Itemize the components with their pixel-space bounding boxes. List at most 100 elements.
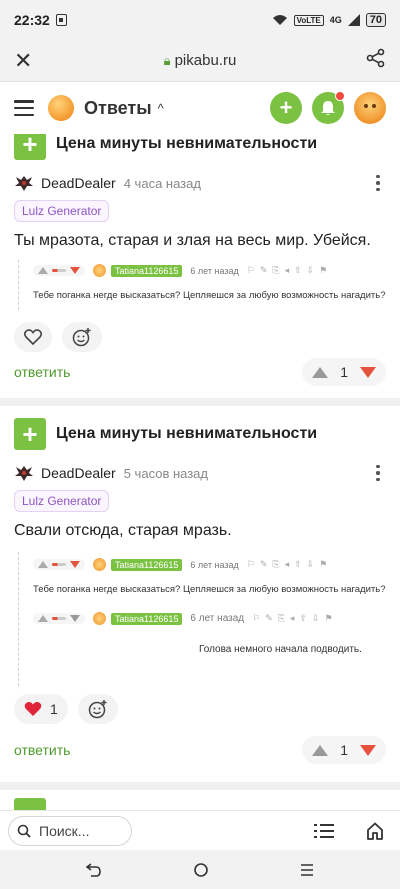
wifi-icon xyxy=(272,15,287,25)
network-type: 4G xyxy=(329,15,342,25)
header-actions: + xyxy=(270,91,386,124)
comment-card: + Цена минуты невнимательности DeadDeale… xyxy=(0,406,400,786)
page-title[interactable]: Ответы xyxy=(84,98,152,119)
browser-url-bar: ✕ 🔒︎ pikabu.ru xyxy=(0,40,400,82)
comment-vote: 1 xyxy=(302,358,386,386)
status-time: 22:32 xyxy=(14,12,50,28)
more-options-icon[interactable] xyxy=(370,174,386,192)
search-placeholder: Поиск... xyxy=(39,822,90,839)
add-reaction-button[interactable] xyxy=(77,694,118,724)
battery-level: 70 xyxy=(365,13,386,27)
quote-tool-icons: ⚐✎⎘◂⇧⇩⚑ xyxy=(246,559,333,569)
search-input[interactable]: Поиск... xyxy=(8,815,132,846)
divider xyxy=(0,782,400,790)
quote-tool-icons: ⚐✎⎘◂⇧⇩⚑ xyxy=(246,265,333,275)
quote-time: 6 лет назад xyxy=(190,613,245,624)
volte-badge: VoLTE xyxy=(293,14,324,26)
pikabu-logo[interactable] xyxy=(48,95,74,121)
quote-header: Tatiana1126615 6 лет назад ⚐✎⎘◂⇧⇩⚑ xyxy=(33,264,332,277)
comment-card: + Цена минуты невнимательности DeadDeale… xyxy=(0,134,400,404)
expand-post-icon[interactable]: + xyxy=(14,134,46,160)
recents-icon[interactable] xyxy=(300,863,314,877)
downvote-icon[interactable] xyxy=(360,744,376,756)
comment-vote: 1 xyxy=(302,736,386,764)
comment-time[interactable]: 4 часа назад xyxy=(124,176,201,191)
expand-post-icon[interactable]: + xyxy=(14,418,46,450)
url-text: pikabu.ru xyxy=(174,52,237,69)
next-post-plus-icon[interactable] xyxy=(14,798,46,810)
search-icon xyxy=(17,824,31,838)
quote-avatar xyxy=(93,264,106,277)
comment-actions: 1 xyxy=(14,694,118,724)
quote-rating xyxy=(33,613,85,624)
list-icon[interactable] xyxy=(314,823,334,838)
reply-link[interactable]: ответить xyxy=(14,364,70,380)
status-bar: 22:32 VoLTE 4G 70 xyxy=(0,0,400,40)
comment-text: Ты мразота, старая и злая на весь мир. У… xyxy=(14,232,371,249)
back-icon[interactable] xyxy=(85,862,102,877)
quote-avatar xyxy=(93,558,106,571)
bottom-bar: Поиск... xyxy=(0,810,400,850)
signal-icon xyxy=(347,14,360,26)
notification-dot xyxy=(335,91,345,101)
comment-time[interactable]: 5 часов назад xyxy=(124,466,208,481)
chevron-up-icon[interactable]: ^ xyxy=(158,101,164,116)
quote-tool-icons: ⚐✎⎘◂⇧⇩⚑ xyxy=(252,613,338,623)
author-row: DeadDealer 5 часов назад xyxy=(14,464,386,482)
user-tag[interactable]: Lulz Generator xyxy=(14,490,110,512)
app-header: Ответы ^ + xyxy=(0,82,400,134)
author-name[interactable]: DeadDealer xyxy=(41,465,116,481)
system-nav-bar xyxy=(0,850,400,889)
author-avatar-icon[interactable] xyxy=(14,464,34,482)
home-circle-icon[interactable] xyxy=(193,862,209,878)
quote-user: Tatiana1126615 xyxy=(111,612,183,625)
quote-avatar xyxy=(93,612,106,625)
quoted-comment: Tatiana1126615 6 лет назад ⚐✎⎘◂⇧⇩⚑ Тебе … xyxy=(18,260,388,310)
sim-icon xyxy=(55,14,67,26)
post-title-row[interactable]: + Цена минуты невнимательности xyxy=(14,134,317,160)
home-icon[interactable] xyxy=(366,822,384,840)
more-options-icon[interactable] xyxy=(370,464,386,482)
like-count: 1 xyxy=(50,701,58,717)
bottom-actions xyxy=(314,822,392,840)
comments-feed: + Цена минуты невнимательности DeadDeale… xyxy=(0,134,400,810)
add-post-button[interactable]: + xyxy=(270,92,302,124)
post-title-row[interactable]: + Цена минуты невнимательности xyxy=(14,418,317,450)
close-icon[interactable]: ✕ xyxy=(14,48,44,74)
quoted-comment: Tatiana1126615 6 лет назад ⚐✎⎘◂⇧⇩⚑ Тебе … xyxy=(18,552,388,686)
quote-header: Tatiana1126615 6 лет назад ⚐✎⎘◂⇧⇩⚑ xyxy=(33,612,338,625)
user-tag[interactable]: Lulz Generator xyxy=(14,200,110,222)
author-name[interactable]: DeadDealer xyxy=(41,175,116,191)
like-button[interactable] xyxy=(14,322,52,352)
status-right: VoLTE 4G 70 xyxy=(272,13,386,27)
upvote-icon[interactable] xyxy=(312,744,329,756)
like-button[interactable]: 1 xyxy=(14,694,68,724)
quote-rating xyxy=(33,559,85,570)
quote-header: Tatiana1126615 6 лет назад ⚐✎⎘◂⇧⇩⚑ xyxy=(33,558,332,571)
post-title[interactable]: Цена минуты невнимательности xyxy=(56,135,317,153)
quote-user: Tatiana1126615 xyxy=(111,264,183,277)
user-avatar[interactable] xyxy=(354,92,386,124)
reply-link[interactable]: ответить xyxy=(14,742,70,758)
author-row: DeadDealer 4 часа назад xyxy=(14,174,386,192)
quote-text: Тебе поганка негде высказаться? Цепляешс… xyxy=(33,290,386,301)
menu-icon[interactable] xyxy=(14,100,34,116)
quote-time: 6 лет назад xyxy=(190,265,239,276)
lock-icon: 🔒︎ xyxy=(163,53,171,68)
share-icon[interactable] xyxy=(356,48,386,73)
reply-row: ответить 1 xyxy=(14,736,386,764)
post-title[interactable]: Цена минуты невнимательности xyxy=(56,425,317,443)
upvote-icon[interactable] xyxy=(312,366,329,378)
quote-text: Голова немного начала подводить. xyxy=(199,644,362,655)
divider xyxy=(0,398,400,406)
notifications-button[interactable] xyxy=(312,91,345,124)
url-display[interactable]: 🔒︎ pikabu.ru xyxy=(44,52,356,69)
comment-text: Свали отсюда, старая мразь. xyxy=(14,522,232,539)
downvote-icon[interactable] xyxy=(360,366,376,378)
bell-icon xyxy=(321,101,335,115)
quote-rating xyxy=(33,265,85,276)
add-reaction-button[interactable] xyxy=(62,322,102,352)
author-avatar-icon[interactable] xyxy=(14,174,34,192)
reply-row: ответить 1 xyxy=(14,358,386,386)
quote-user: Tatiana1126615 xyxy=(111,558,183,571)
